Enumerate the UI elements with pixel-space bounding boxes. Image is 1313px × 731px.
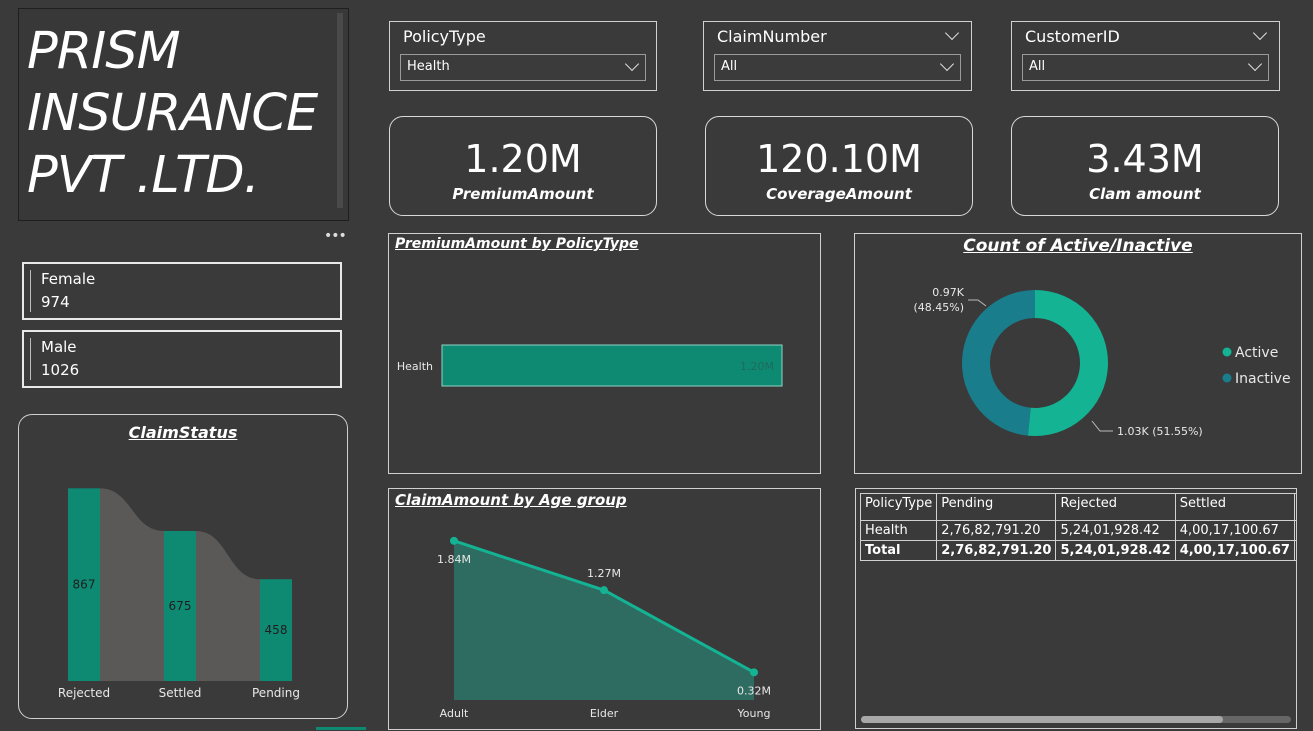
- matrix-row: Total 2,76,82,791.20 5,24,01,928.42 4,00,17…: [859, 540, 1296, 561]
- claim-kpi-card: 3.43M Clam amount: [1011, 116, 1279, 216]
- matrix-cell: Total: [859, 540, 938, 561]
- matrix-header-cell[interactable]: Pending: [936, 493, 1057, 521]
- policy-matrix-panel: PolicyTypePendingRejectedSettledTotalHea…: [855, 488, 1297, 729]
- policy-matrix-table: PolicyTypePendingRejectedSettledTotalHea…: [859, 493, 1296, 561]
- donut-slice-active[interactable]: [1027, 290, 1108, 436]
- claim-label: Clam amount: [1089, 185, 1201, 203]
- chevron-down-icon: [624, 56, 640, 72]
- claim-by-age-panel: ClaimAmount by Age group 1.84M Adult 1.27M…: [388, 488, 821, 730]
- claimstatus-panel: ClaimStatus 867 Rejected 675 Settled 458 Pend…: [18, 414, 348, 719]
- legend-marker: [1222, 373, 1232, 383]
- company-name: PRISM INSURANCE PVT .LTD.: [27, 22, 318, 205]
- male-label: Male: [41, 338, 77, 356]
- chevron-down-icon: [939, 56, 955, 72]
- customerid-slicer-title: CustomerID: [1025, 27, 1120, 46]
- claimstatus-data-label: 458: [265, 623, 288, 637]
- female-card: Female 974: [22, 262, 342, 320]
- premium-by-policy-panel: PremiumAmount by PolicyType 1.20M Health: [388, 233, 821, 474]
- chevron-down-icon: [1247, 56, 1263, 72]
- inactive-leader-line: [968, 299, 987, 307]
- active-data-label: 1.03K (51.55%): [1117, 425, 1203, 438]
- coverage-kpi-card: 120.10M CoverageAmount: [705, 116, 973, 216]
- ribbon-connector: [196, 531, 260, 681]
- legend-label-inactive[interactable]: Inactive: [1235, 371, 1291, 387]
- policy-premium-bar[interactable]: [441, 344, 783, 387]
- claimstatus-chart: 867 Rejected 675 Settled 458 Pending: [58, 488, 300, 700]
- policytype-dropdown[interactable]: Health: [400, 54, 646, 81]
- claim-by-age-chart: 1.84M Adult 1.27M Elder 0.32M Young: [437, 536, 771, 720]
- matrix-cell: Health: [859, 520, 938, 541]
- claimstatus-category-label: Pending: [252, 686, 300, 700]
- more-options-icon[interactable]: •••: [324, 228, 347, 244]
- claim-data-point[interactable]: [600, 586, 608, 595]
- customerid-slicer: CustomerID All: [1011, 21, 1280, 91]
- claimnumber-slicer-title: ClaimNumber: [717, 27, 827, 46]
- claimstatus-data-label: 867: [73, 578, 96, 592]
- matrix-cell: 12,01,: [1293, 520, 1296, 541]
- active-inactive-chart: 1.03K (51.55%) 0.97K (48.45%) Active Inactiv…: [913, 286, 1291, 438]
- matrix-cell: 12,01,: [1293, 540, 1296, 561]
- claimnumber-slicer: ClaimNumber All: [703, 21, 972, 91]
- claimstatus-category-label: Settled: [159, 686, 202, 700]
- ribbon-connector: [100, 488, 164, 681]
- policytype-slicer: PolicyType Health: [389, 21, 657, 91]
- matrix-cell: 4,00,17,100.67: [1174, 520, 1295, 541]
- claim-area-fill: [454, 540, 754, 700]
- premium-kpi-card: 1.20M PremiumAmount: [389, 116, 657, 216]
- premium-label: PremiumAmount: [452, 185, 594, 203]
- inactive-data-label: 0.97K: [932, 286, 964, 299]
- female-label: Female: [41, 270, 96, 288]
- chevron-down-icon[interactable]: [944, 25, 960, 41]
- claim-data-point[interactable]: [450, 536, 458, 545]
- male-card: Male 1026: [22, 330, 342, 388]
- claim-value: 3.43M: [1086, 137, 1204, 181]
- claim-data-point[interactable]: [750, 668, 758, 677]
- claim-data-label: 1.84M: [437, 553, 471, 566]
- claim-category-label: Elder: [590, 707, 619, 720]
- customerid-dropdown[interactable]: All: [1022, 54, 1269, 81]
- premium-by-policy-chart: 1.20M Health: [397, 344, 783, 387]
- matrix-cell: 5,24,01,928.42: [1055, 540, 1176, 561]
- coverage-value: 120.10M: [756, 137, 922, 181]
- title-scrollbar[interactable]: [337, 13, 343, 208]
- claim-category-label: Young: [737, 707, 771, 720]
- policy-premium-data-label: 1.20M: [740, 360, 774, 373]
- matrix-scrollbar[interactable]: [861, 716, 1291, 723]
- claimnumber-dropdown[interactable]: All: [714, 54, 961, 81]
- matrix-header-cell[interactable]: Settled: [1174, 493, 1295, 521]
- matrix-cell: 5,24,01,928.42: [1055, 520, 1176, 541]
- female-count: 974: [41, 293, 70, 311]
- matrix-header-cell[interactable]: Total: [1293, 493, 1296, 521]
- matrix-scroll-thumb[interactable]: [861, 716, 1223, 723]
- donut-slice-inactive[interactable]: [962, 290, 1035, 436]
- claim-data-label: 0.32M: [737, 684, 771, 697]
- active-leader-line: [1091, 420, 1113, 432]
- policy-category-label: Health: [397, 360, 433, 373]
- inactive-pct-label: (48.45%): [913, 301, 964, 314]
- matrix-cell: 2,76,82,791.20: [936, 520, 1057, 541]
- claimstatus-data-label: 675: [169, 599, 192, 613]
- claim-category-label: Adult: [440, 707, 469, 720]
- premium-value: 1.20M: [464, 137, 582, 181]
- matrix-cell: 4,00,17,100.67: [1174, 540, 1295, 561]
- chevron-down-icon[interactable]: [1252, 25, 1268, 41]
- claim-data-label: 1.27M: [587, 567, 621, 580]
- legend-marker: [1222, 347, 1232, 357]
- male-count: 1026: [41, 361, 80, 379]
- legend-label-active[interactable]: Active: [1235, 345, 1278, 361]
- active-inactive-panel: Count of Active/Inactive 1.03K (51.55%) 0…: [854, 233, 1302, 474]
- matrix-header-cell[interactable]: Rejected: [1055, 493, 1176, 521]
- company-title-box: PRISM INSURANCE PVT .LTD.: [18, 8, 349, 221]
- matrix-cell: 2,76,82,791.20: [936, 540, 1057, 561]
- coverage-label: CoverageAmount: [766, 185, 912, 203]
- matrix-header-cell[interactable]: PolicyType: [859, 493, 938, 521]
- claimstatus-category-label: Rejected: [58, 686, 110, 700]
- policytype-slicer-title: PolicyType: [403, 27, 486, 46]
- matrix-row: Health 2,76,82,791.20 5,24,01,928.42 4,00,1…: [859, 520, 1296, 541]
